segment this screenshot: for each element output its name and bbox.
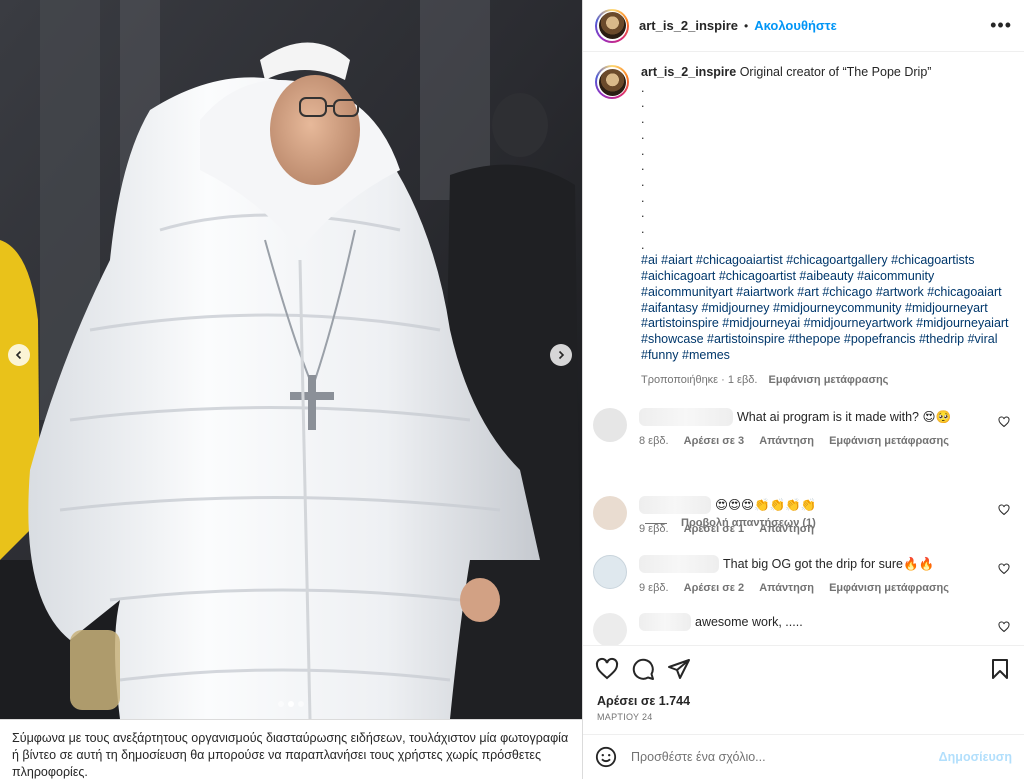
commenter-username-blurred[interactable] [639,613,691,631]
reply-button[interactable]: Απάντηση [759,582,814,594]
commenter-username-blurred[interactable] [639,496,711,514]
commenter-avatar[interactable] [593,613,627,645]
post-actions-bar [583,645,1024,691]
post-header: art_is_2_inspire • Ακολουθήστε ••• [583,0,1024,52]
comment-like-heart-icon[interactable] [998,416,1010,428]
reply-button[interactable]: Απάντηση [759,523,814,535]
reply-button[interactable]: Απάντηση [759,435,814,447]
carousel-indicator [0,701,582,707]
share-icon[interactable] [667,657,691,681]
heart-icon[interactable] [595,657,619,681]
post-media[interactable] [0,0,582,719]
comment-input[interactable] [631,750,939,764]
comment-item: What ai program is it made with? 😍🥺 8 εβ… [593,408,1014,447]
commenter-username-blurred[interactable] [639,555,719,573]
caption-username[interactable]: art_is_2_inspire [641,65,736,79]
chevron-right-icon [558,350,565,360]
false-information-notice: Σύμφωνα με τους ανεξάρτητους οργανισμούς… [0,719,582,779]
comment-time: 9 εβδ. [639,582,669,594]
more-options-icon[interactable]: ••• [990,15,1012,36]
comment-text: awesome work, ..... [695,615,803,629]
comment-likes[interactable]: Αρέσει σε 3 [684,435,745,447]
commenter-username-blurred[interactable] [639,408,733,426]
comment-icon[interactable] [631,657,655,681]
comment-likes[interactable]: Αρέσει σε 1 [684,523,745,535]
previous-slide-button[interactable] [8,344,30,366]
comment-item: 😍😍😍👏👏👏👏 9 εβδ. Αρέσει σε 1 Απάντηση [593,496,1014,535]
commenter-avatar[interactable] [593,496,627,530]
carousel-dot [278,701,284,707]
post-image [0,0,582,719]
add-comment-bar: Δημοσίευση [583,734,1024,779]
comment-like-heart-icon[interactable] [998,563,1010,575]
commenter-avatar[interactable] [593,408,627,442]
commenter-avatar[interactable] [593,555,627,589]
caption-text: Original creator of “The Pope Drip” [739,65,932,79]
caption-edited-time: Τροποποιήθηκε · 1 εβδ. [641,374,758,387]
comment-like-heart-icon[interactable] [998,621,1010,633]
post-date: ΜΑΡΤΙΟΥ 24 [597,712,653,722]
comment-text: That big OG got the drip for sure🔥🔥 [723,556,935,571]
comment-likes[interactable]: Αρέσει σε 2 [684,582,745,594]
caption-dots: ... ... ... .. [641,80,645,252]
chevron-left-icon [15,350,22,360]
post-side-panel: art_is_2_inspire • Ακολουθήστε ••• art_i… [582,0,1024,779]
comment-translate-link[interactable]: Εμφάνιση μετάφρασης [829,582,949,594]
comment-item: awesome work, ..... [593,613,1014,645]
post-comment-button[interactable]: Δημοσίευση [939,750,1012,764]
comment-time: 8 εβδ. [639,435,669,447]
emoji-icon[interactable] [595,746,617,768]
caption-hashtags[interactable]: #ai #aiart #chicagoaiartist #chicagoartg… [641,253,1012,363]
comment-text: 😍😍😍👏👏👏👏 [715,498,817,512]
next-slide-button[interactable] [550,344,572,366]
author-avatar[interactable] [595,8,629,43]
comment-time: 9 εβδ. [639,523,669,535]
comments-list[interactable]: art_is_2_inspire Original creator of “Th… [583,53,1024,645]
comment-like-heart-icon[interactable] [998,504,1010,516]
comment-text: What ai program is it made with? 😍🥺 [737,410,952,424]
follow-button[interactable]: Ακολουθήστε [754,18,837,33]
caption-avatar[interactable] [595,65,629,99]
likes-count[interactable]: Αρέσει σε 1.744 [597,694,690,708]
comment-item: That big OG got the drip for sure🔥🔥 9 εβ… [593,555,1014,594]
author-username[interactable]: art_is_2_inspire [639,18,738,33]
carousel-dot [298,701,304,707]
caption-meta: Τροποποιήθηκε · 1 εβδ. Εμφάνιση μετάφρασ… [641,373,1012,389]
header-separator: • [744,18,749,33]
caption: art_is_2_inspire Original creator of “Th… [595,65,1012,389]
carousel-dot-active [288,701,294,707]
save-icon[interactable] [988,657,1012,681]
caption-translate-link[interactable]: Εμφάνιση μετάφρασης [769,374,889,386]
comment-translate-link[interactable]: Εμφάνιση μετάφρασης [829,435,949,447]
